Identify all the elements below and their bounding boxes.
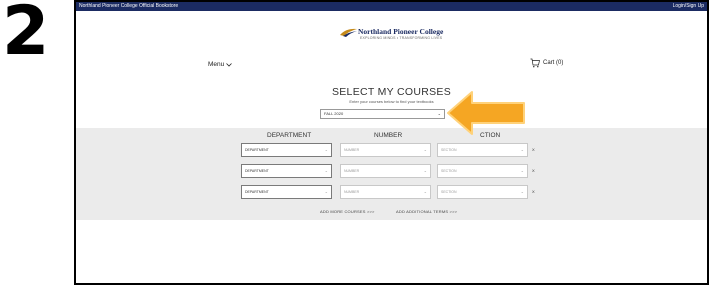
- number-value: NUMBER: [344, 148, 360, 152]
- section-value: SECTION: [441, 190, 457, 194]
- login-link[interactable]: Login/Sign Up: [673, 2, 704, 11]
- number-value: NUMBER: [344, 190, 360, 194]
- chevron-down-icon: ⌄: [423, 168, 427, 173]
- cart-label: Cart (0): [543, 60, 564, 66]
- section-select[interactable]: SECTION ⌄: [437, 164, 528, 178]
- chevron-down-icon: ⌄: [520, 168, 524, 173]
- cart-icon: [530, 58, 540, 68]
- section-value: SECTION: [441, 169, 457, 173]
- chevron-down-icon: ⌄: [324, 189, 328, 194]
- department-value: DEPARTMENT: [245, 169, 269, 173]
- department-select[interactable]: DEPARTMENT ⌄: [241, 164, 332, 178]
- term-value: FALL 2020: [324, 111, 344, 116]
- arrow-left-icon: [447, 91, 525, 135]
- chevron-down-icon: ⌄: [324, 168, 328, 173]
- menu-button[interactable]: Menu: [208, 61, 233, 68]
- college-logo[interactable]: Northland Pioneer College EXPLORING MIND…: [340, 25, 450, 45]
- section-value: SECTION: [441, 148, 457, 152]
- menu-label: Menu: [208, 61, 225, 68]
- number-select[interactable]: NUMBER ⌄: [340, 164, 431, 178]
- department-value: DEPARTMENT: [245, 148, 269, 152]
- logo-name: Northland Pioneer College: [358, 27, 444, 36]
- department-header: DEPARTMENT: [267, 132, 312, 139]
- cart-button[interactable]: Cart (0): [530, 58, 563, 68]
- chevron-down-icon: ⌄: [437, 111, 441, 116]
- chevron-down-icon: ⌄: [324, 147, 328, 152]
- chevron-down-icon: ⌄: [423, 147, 427, 152]
- remove-row-button[interactable]: X: [532, 189, 535, 194]
- number-value: NUMBER: [344, 169, 360, 173]
- department-value: DEPARTMENT: [245, 190, 269, 194]
- number-select[interactable]: NUMBER ⌄: [340, 143, 431, 157]
- top-bar: Northland Pioneer College Official Books…: [76, 2, 707, 11]
- section-select[interactable]: SECTION ⌄: [437, 185, 528, 199]
- store-name: Northland Pioneer College Official Books…: [79, 3, 179, 9]
- page-title: SELECT MY COURSES: [331, 86, 452, 98]
- chevron-down-icon: ⌄: [520, 189, 524, 194]
- add-more-courses-link[interactable]: ADD MORE COURSES >>>: [320, 209, 375, 214]
- chevron-down-icon: ⌄: [520, 147, 524, 152]
- browser-frame: Northland Pioneer College Official Books…: [74, 0, 709, 285]
- term-select[interactable]: FALL 2020 ⌄: [320, 109, 445, 119]
- section-select[interactable]: SECTION ⌄: [437, 143, 528, 157]
- number-header: NUMBER: [374, 132, 403, 139]
- logo-swoosh-icon: [340, 28, 357, 37]
- logo-tagline: EXPLORING MINDS • TRANSFORMING LIVES: [360, 36, 443, 40]
- chevron-down-icon: [226, 62, 233, 67]
- department-select[interactable]: DEPARTMENT ⌄: [241, 185, 332, 199]
- number-select[interactable]: NUMBER ⌄: [340, 185, 431, 199]
- department-select[interactable]: DEPARTMENT ⌄: [241, 143, 332, 157]
- remove-row-button[interactable]: X: [532, 147, 535, 152]
- chevron-down-icon: ⌄: [423, 189, 427, 194]
- remove-row-button[interactable]: X: [532, 168, 535, 173]
- page-subtitle: Enter your courses below to find your te…: [349, 99, 434, 104]
- step-number: 2: [2, 0, 49, 71]
- add-terms-link[interactable]: ADD ADDITIONAL TERMS >>>: [396, 209, 457, 214]
